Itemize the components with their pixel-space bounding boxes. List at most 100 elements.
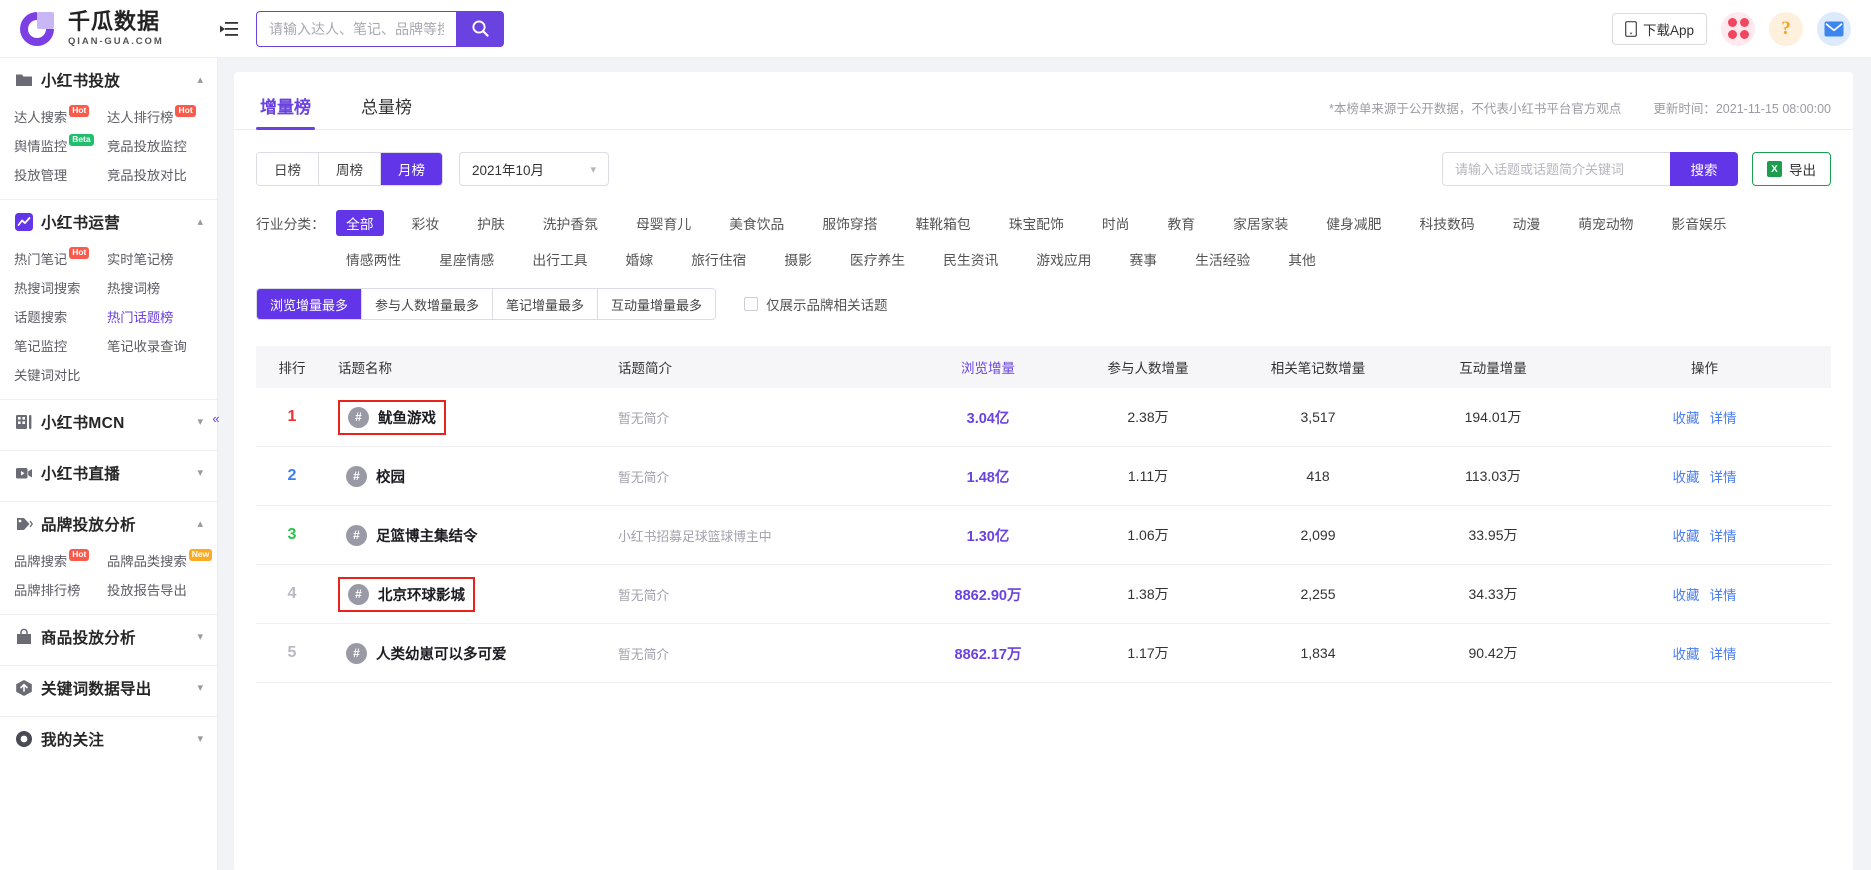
sidebar-group-header[interactable]: 关键词数据导出 ▾ [0, 666, 217, 710]
detail-link[interactable]: 详情 [1710, 647, 1737, 662]
category-item[interactable]: 游戏应用 [1026, 246, 1101, 272]
topic-link[interactable]: # 鱿鱼游戏 [338, 399, 446, 435]
sidebar-item[interactable]: 舆情监控 Beta [14, 131, 107, 160]
global-search-button[interactable] [456, 10, 504, 47]
category-item[interactable]: 服饰穿搭 [812, 210, 887, 236]
apps-grid-button[interactable] [1721, 11, 1755, 46]
favorite-link[interactable]: 收藏 [1673, 588, 1700, 603]
category-item[interactable]: 动漫 [1503, 210, 1551, 236]
keyword-search-input[interactable] [1442, 152, 1670, 186]
sidebar-item[interactable]: 竞品投放监控 [107, 131, 200, 160]
category-item[interactable]: 健身减肥 [1316, 210, 1391, 236]
sidebar-item[interactable]: 投放报告导出 [107, 575, 200, 604]
detail-link[interactable]: 详情 [1710, 529, 1737, 544]
category-item[interactable]: 鞋靴箱包 [906, 210, 981, 236]
category-item[interactable]: 母婴育儿 [626, 210, 701, 236]
sidebar-item[interactable]: 话题搜索 [14, 302, 107, 331]
sidebar-group-header[interactable]: 品牌投放分析 ▴ [0, 502, 217, 546]
sidebar-group-header[interactable]: 小红书MCN ▾ [0, 400, 217, 444]
sidebar-item[interactable]: 实时笔记榜 [107, 244, 200, 273]
sidebar-item[interactable]: 投放管理 [14, 160, 107, 189]
sidebar-item[interactable]: 热门笔记 Hot [14, 244, 107, 273]
detail-link[interactable]: 详情 [1710, 588, 1737, 603]
category-item[interactable]: 科技数码 [1409, 210, 1484, 236]
sort-option[interactable]: 浏览增量最多 [257, 289, 363, 319]
global-search-box[interactable] [256, 10, 456, 47]
sidebar-item[interactable]: 达人搜索 Hot [14, 102, 107, 131]
category-item[interactable]: 萌宠动物 [1568, 210, 1643, 236]
favorite-link[interactable]: 收藏 [1673, 470, 1700, 485]
sidebar-item[interactable]: 达人排行榜 Hot [107, 102, 200, 131]
sidebar-item[interactable]: 关键词对比 [14, 360, 107, 389]
sidebar-group-header[interactable]: 小红书投放 ▴ [0, 58, 217, 102]
brand-only-checkbox[interactable] [744, 297, 759, 311]
global-search-input[interactable] [269, 20, 444, 37]
favorite-link[interactable]: 收藏 [1673, 647, 1700, 662]
sort-option[interactable]: 参与人数增量最多 [362, 289, 494, 319]
keyword-search-button[interactable]: 搜索 [1670, 152, 1738, 186]
sidebar-item[interactable]: 品牌品类搜索 New [107, 546, 213, 575]
category-item[interactable]: 婚嫁 [616, 246, 664, 272]
sidebar-collapse-icon[interactable] [220, 20, 240, 38]
header-view-increment[interactable]: 浏览增量 [908, 357, 1068, 377]
sidebar-group-header[interactable]: 小红书直播 ▾ [0, 451, 217, 495]
message-button[interactable] [1817, 11, 1851, 46]
favorite-link[interactable]: 收藏 [1673, 529, 1700, 544]
sidebar-item[interactable]: 品牌排行榜 [14, 575, 107, 604]
sort-option[interactable]: 笔记增量最多 [493, 289, 599, 319]
sidebar-item[interactable]: 热搜词搜索 [14, 273, 107, 302]
brand-only-checkbox-wrap[interactable]: 仅展示品牌相关话题 [744, 294, 888, 314]
category-item[interactable]: 其他 [1278, 246, 1326, 272]
date-select[interactable]: 2021年10月 ▾ [459, 152, 609, 186]
sidebar-item[interactable]: 笔记收录查询 [107, 331, 200, 360]
category-item[interactable]: 教育 [1157, 210, 1205, 236]
category-item[interactable]: 星座情感 [429, 246, 504, 272]
category-item[interactable]: 生活经验 [1185, 246, 1260, 272]
sidebar-item[interactable]: 竞品投放对比 [107, 160, 200, 189]
export-button[interactable]: X 导出 [1752, 152, 1831, 186]
period-daily[interactable]: 日榜 [257, 153, 319, 185]
help-button[interactable]: ? [1769, 11, 1803, 46]
sidebar-group-header[interactable]: 我的关注 ▾ [0, 717, 217, 761]
favorite-link[interactable]: 收藏 [1673, 411, 1700, 426]
sidebar-group-header[interactable]: 商品投放分析 ▾ [0, 615, 217, 659]
detail-link[interactable]: 详情 [1710, 470, 1737, 485]
category-item[interactable]: 彩妆 [402, 210, 450, 236]
category-item[interactable]: 出行工具 [522, 246, 597, 272]
topic-link[interactable]: # 足篮博主集结令 [338, 520, 486, 551]
download-app-button[interactable]: 下载App [1611, 12, 1707, 45]
sidebar-item[interactable]: 笔记监控 [14, 331, 107, 360]
topic-link[interactable]: # 校园 [338, 461, 413, 492]
category-item[interactable]: 美食饮品 [719, 210, 794, 236]
category-item[interactable]: 医疗养生 [840, 246, 915, 272]
brand-logo[interactable]: 千瓜数据 QIAN-GUA.COM [0, 8, 218, 50]
category-item[interactable]: 护肤 [467, 210, 515, 236]
category-item[interactable]: 旅行住宿 [681, 246, 756, 272]
detail-link[interactable]: 详情 [1710, 411, 1737, 426]
period-monthly[interactable]: 月榜 [381, 153, 442, 185]
category-item[interactable]: 摄影 [774, 246, 822, 272]
sidebar-item[interactable]: 热门话题榜 [107, 302, 200, 331]
tab-increment-ranking[interactable]: 增量榜 [256, 93, 315, 130]
header-participants-increment[interactable]: 参与人数增量 [1068, 357, 1228, 377]
category-item[interactable]: 洗护香氛 [533, 210, 608, 236]
topic-link[interactable]: # 北京环球影城 [338, 576, 475, 612]
topic-link[interactable]: # 人类幼崽可以多可爱 [338, 638, 515, 669]
sidebar-collapse-toggle[interactable]: « [206, 398, 226, 438]
category-item[interactable]: 全部 [335, 210, 384, 236]
period-weekly[interactable]: 周榜 [319, 153, 381, 185]
category-item[interactable]: 民生资讯 [933, 246, 1008, 272]
sort-option[interactable]: 互动量增量最多 [598, 289, 716, 319]
header-interactions-increment[interactable]: 互动量增量 [1408, 357, 1578, 377]
sidebar-item[interactable]: 热搜词榜 [107, 273, 200, 302]
category-item[interactable]: 时尚 [1092, 210, 1140, 236]
category-item[interactable]: 珠宝配饰 [999, 210, 1074, 236]
category-item[interactable]: 情感两性 [336, 246, 411, 272]
sidebar-group-header[interactable]: 小红书运营 ▴ [0, 200, 217, 244]
sidebar-item[interactable]: 品牌搜索 Hot [14, 546, 107, 575]
category-item[interactable]: 赛事 [1119, 246, 1167, 272]
tab-total-ranking[interactable]: 总量榜 [357, 93, 416, 129]
category-item[interactable]: 家居家装 [1223, 210, 1298, 236]
header-notes-increment[interactable]: 相关笔记数增量 [1228, 357, 1408, 377]
category-item[interactable]: 影音娱乐 [1661, 210, 1736, 236]
